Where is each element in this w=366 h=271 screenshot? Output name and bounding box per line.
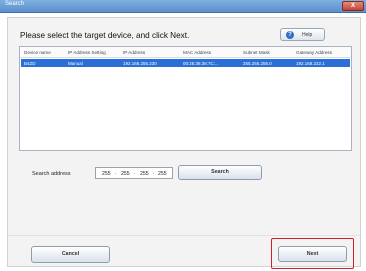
search-dialog: Search X Please select the target device… xyxy=(0,0,366,271)
title-bar: Search X xyxy=(0,0,366,13)
window-title: Search xyxy=(5,1,25,7)
next-button[interactable]: Next xyxy=(278,246,347,262)
device-list[interactable]: Device name IP Address Setting IP Addres… xyxy=(19,46,352,151)
ip-dot: . xyxy=(153,170,155,176)
cell-gateway: 192.168.222.1 xyxy=(296,60,325,66)
ip-dot: . xyxy=(115,170,117,176)
help-button[interactable]: ? Help xyxy=(280,28,325,41)
ip-octet-3[interactable]: 255 xyxy=(140,171,149,177)
list-header: Device name IP Address Setting IP Addres… xyxy=(20,47,351,58)
search-button[interactable]: Search xyxy=(178,165,262,180)
question-icon: ? xyxy=(286,31,294,39)
instruction-text: Please select the target device, and cli… xyxy=(20,31,190,40)
help-label: Help xyxy=(302,32,313,38)
cell-device-name: B4ZD xyxy=(24,60,36,66)
ip-octet-1[interactable]: 255 xyxy=(102,171,111,177)
cancel-button[interactable]: Cancel xyxy=(31,246,110,263)
table-row[interactable]: B4ZD Manual 192.168.255.230 00:25:36:36:… xyxy=(21,59,350,67)
cell-ip-setting: Manual xyxy=(68,60,83,66)
close-button[interactable]: X xyxy=(342,1,364,11)
column-header-ip-setting[interactable]: IP Address Setting xyxy=(68,50,106,55)
ip-dot: . xyxy=(134,170,136,176)
column-header-ip-address[interactable]: IP Address xyxy=(123,50,145,55)
search-address-input[interactable]: 255 . 255 . 255 . 255 xyxy=(95,167,173,179)
divider xyxy=(8,235,360,236)
ip-octet-4[interactable]: 255 xyxy=(158,171,167,177)
search-address-label: Search address xyxy=(32,171,71,177)
cell-subnet-mask: 255.255.255.0 xyxy=(243,60,272,66)
column-header-subnet-mask[interactable]: Subnet Mask xyxy=(243,50,270,55)
column-header-device-name[interactable]: Device name xyxy=(24,50,51,55)
cell-mac-address: 00:25:36:36:7C:... xyxy=(183,60,219,66)
dialog-content: Please select the target device, and cli… xyxy=(7,17,361,269)
column-header-gateway[interactable]: Gateway Address xyxy=(296,50,332,55)
ip-octet-2[interactable]: 255 xyxy=(121,171,130,177)
cell-ip-address: 192.168.255.230 xyxy=(123,60,157,66)
column-header-mac-address[interactable]: MAC Address xyxy=(183,50,211,55)
